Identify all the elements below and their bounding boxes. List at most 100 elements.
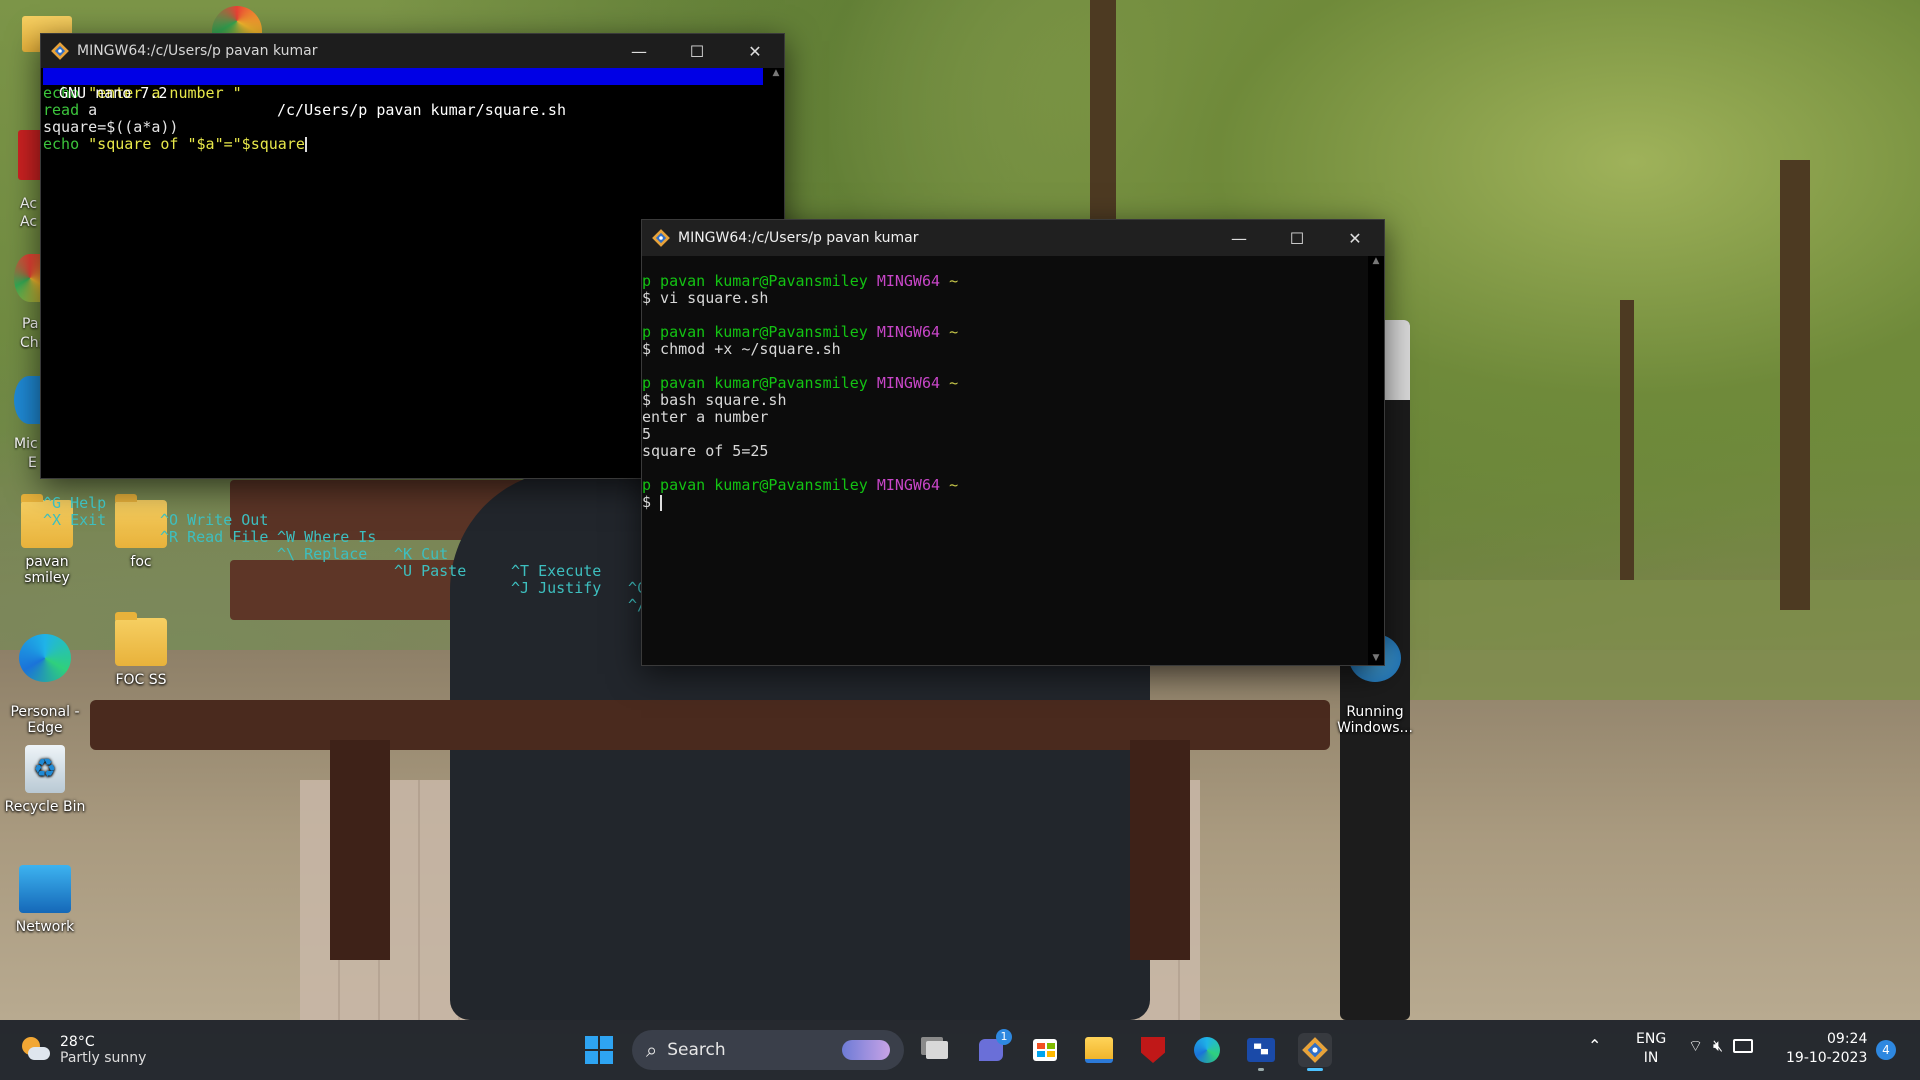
clock-date: 19-10-2023 [1786, 1050, 1868, 1066]
edge-icon [19, 634, 71, 682]
prompt-line: p pavan kumar@Pavansmiley MINGW64 ~ [642, 324, 1384, 341]
minimize-button[interactable]: — [1210, 221, 1268, 255]
weather-widget[interactable]: 28°C Partly sunny [20, 1030, 146, 1070]
show-hidden-icons-button[interactable]: ⌃ [1588, 1036, 1601, 1055]
desktop-icon-partial-label: Ac [20, 196, 38, 212]
code-keyword: read [43, 101, 80, 119]
edge-button[interactable] [1190, 1033, 1224, 1067]
scrollbar[interactable]: ▲ ▼ [1368, 256, 1384, 665]
weather-temp: 28°C [60, 1034, 95, 1050]
clock[interactable]: 09:24 19-10-2023 [1786, 1030, 1867, 1068]
shortcut-write-out[interactable]: ^O Write Out [160, 512, 268, 529]
teams-badge: 1 [996, 1029, 1012, 1045]
close-button[interactable]: ✕ [1326, 221, 1384, 255]
minimize-button[interactable]: — [610, 34, 668, 68]
folder-icon [115, 612, 167, 666]
search-placeholder: Search [667, 1040, 726, 1060]
taskbar [0, 1020, 1920, 1080]
prompt-env: MINGW64 [876, 374, 941, 392]
command-line: $ vi square.sh [642, 289, 769, 307]
shortcut-cut[interactable]: ^K Cut [394, 546, 448, 563]
prompt-user: p pavan kumar@Pavansmiley [642, 323, 868, 341]
terminal-block: p pavan kumar@Pavansmiley MINGW64 ~ $ ba… [642, 375, 1384, 460]
shortcut-key: ^R [160, 528, 179, 546]
shortcut-key: ^T [511, 562, 530, 580]
text-cursor [660, 494, 663, 511]
wallpaper-bench-leg [1130, 740, 1190, 960]
nano-titlebar[interactable]: MINGW64:/c/Users/p pavan kumar — ☐ ✕ [41, 34, 784, 68]
terminal-block: p pavan kumar@Pavansmiley MINGW64 ~ $ [642, 477, 1384, 511]
teams-chat-button[interactable]: 1 [974, 1029, 1012, 1067]
desktop-icon-label: Network [15, 919, 75, 935]
maximize-button[interactable]: ☐ [668, 34, 726, 68]
scroll-up-icon[interactable]: ▲ [1368, 256, 1384, 266]
shortcut-read-file[interactable]: ^R Read File [160, 529, 268, 546]
desktop-icon-partial-label: Mic [14, 436, 38, 452]
scroll-down-icon[interactable]: ▼ [1368, 653, 1384, 663]
task-view-button[interactable] [920, 1033, 954, 1067]
git-bash-icon [51, 42, 69, 60]
wallpaper-tree [1780, 160, 1810, 610]
dev-app-button[interactable]: ▀▄ [1244, 1033, 1278, 1071]
shortcut-key: ^U [394, 562, 413, 580]
start-button[interactable] [582, 1033, 616, 1067]
maximize-button[interactable]: ☐ [1268, 221, 1326, 255]
task-view-icon [926, 1041, 948, 1059]
window-title: MINGW64:/c/Users/p pavan kumar [678, 230, 919, 246]
recycle-bin-icon: ♻ [25, 745, 65, 793]
wallpaper-grass [1400, 580, 1920, 700]
scroll-up-icon[interactable]: ▲ [768, 68, 784, 78]
shortcut-execute[interactable]: ^T Execute [511, 563, 601, 580]
desktop-icon-recycle-bin[interactable]: ♻ Recycle Bin [0, 745, 90, 815]
code-text: square [43, 118, 98, 136]
code-line: echo "square of "$a"="$square [43, 136, 784, 153]
window-title: MINGW64:/c/Users/p pavan kumar [77, 43, 318, 59]
command-line: $ chmod +x ~/square.sh [642, 340, 841, 358]
code-string: "square of "$a"="$square [79, 135, 305, 153]
terminal-block: p pavan kumar@Pavansmiley MINGW64 ~ $ vi… [642, 273, 1384, 307]
code-keyword: echo [43, 135, 80, 153]
shortcut-exit[interactable]: ^X Exit [43, 512, 106, 529]
bash-titlebar[interactable]: MINGW64:/c/Users/p pavan kumar — ☐ ✕ [642, 220, 1384, 256]
desktop-icon-personal-edge[interactable]: Personal - Edge [0, 618, 90, 736]
notification-badge[interactable]: 4 [1876, 1040, 1896, 1060]
shortcut-label: Exit [70, 511, 107, 529]
nano-header: GNU nano 7.2 /c/Users/p pavan kumar/squa… [43, 68, 763, 119]
desktop-icon-foc-ss[interactable]: FOC SS [96, 612, 186, 688]
shortcut-key: ^K [394, 545, 413, 563]
prompt-dir: ~ [949, 272, 959, 290]
shortcut-label: Cut [421, 545, 449, 563]
code-line: square=$((a*a)) [43, 119, 784, 136]
shortcut-justify[interactable]: ^J Justify [511, 580, 601, 597]
running-indicator [1258, 1068, 1264, 1071]
taskbar-search[interactable]: ⌕ Search [632, 1030, 904, 1070]
close-button[interactable]: ✕ [726, 34, 784, 68]
shortcut-label: Execute [538, 562, 602, 580]
search-highlight-icon [842, 1040, 890, 1060]
prompt-line: p pavan kumar@Pavansmiley MINGW64 ~ [642, 477, 1384, 494]
prompt-env: MINGW64 [876, 272, 941, 290]
bash-window[interactable]: MINGW64:/c/Users/p pavan kumar — ☐ ✕ p p… [641, 219, 1385, 666]
git-bash-taskbar-button[interactable] [1298, 1033, 1332, 1071]
terminal-output[interactable]: p pavan kumar@Pavansmiley MINGW64 ~ $ vi… [642, 256, 1384, 682]
file-explorer-button[interactable] [1082, 1033, 1116, 1067]
quick-settings-button[interactable]: ⌔ 🔇︎ [1688, 1036, 1754, 1056]
language-indicator[interactable]: ENG IN [1636, 1030, 1666, 1068]
desktop-icon-network[interactable]: Network [0, 865, 90, 935]
command-line[interactable]: $ [642, 494, 1384, 511]
shortcut-label: Replace [304, 545, 368, 563]
chrome-icon[interactable] [212, 6, 262, 36]
shortcut-label: Where Is [304, 528, 377, 546]
microsoft-store-button[interactable] [1028, 1033, 1062, 1067]
shortcut-replace[interactable]: ^\ Replace [277, 546, 367, 563]
shortcut-where-is[interactable]: ^W Where Is [277, 529, 376, 546]
prompt-dir: ~ [949, 476, 959, 494]
desktop-icon-label: Personal - Edge [10, 704, 80, 736]
wallpaper-bench-leg [330, 740, 390, 960]
mcafee-button[interactable] [1136, 1033, 1170, 1067]
prompt-line: p pavan kumar@Pavansmiley MINGW64 ~ [642, 273, 1384, 290]
microsoft-store-icon [1033, 1039, 1057, 1061]
shortcut-paste[interactable]: ^U Paste [394, 563, 466, 580]
battery-icon [1733, 1039, 1754, 1053]
prompt-line: p pavan kumar@Pavansmiley MINGW64 ~ [642, 375, 1384, 392]
